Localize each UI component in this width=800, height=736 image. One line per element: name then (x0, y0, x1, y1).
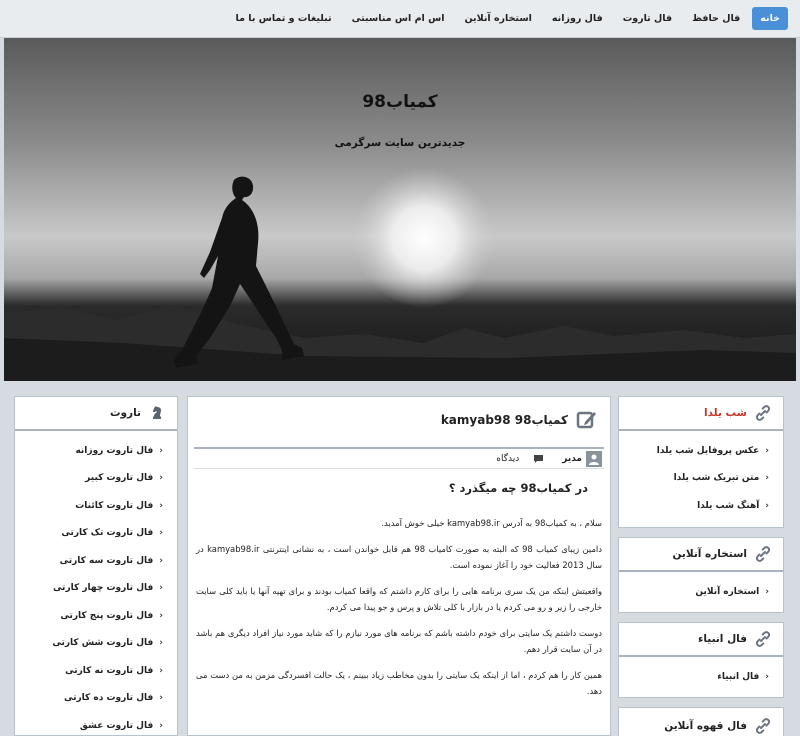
post-paragraph: همین کار را هم کردم ، اما از اینکه یک سا… (196, 670, 602, 696)
chevron-left-icon: ‹ (159, 693, 163, 704)
link-icon (755, 631, 771, 647)
chevron-left-icon: ‹ (159, 500, 163, 511)
nav-item-sms[interactable]: اس ام اس مناسبتی (344, 7, 453, 30)
post-title-row: کمیاب98 kamyab98 (441, 409, 598, 431)
anbia-widget-title: فال انبیاء (697, 633, 747, 645)
nav-item-estekhare[interactable]: استخاره آنلاین (456, 7, 539, 30)
list-item[interactable]: ‹ فال تاروت چهار کارتی (25, 575, 163, 603)
nav-item-hafez[interactable]: فال حافظ (684, 7, 748, 30)
yalda-list: ‹ عکس پروفایل شب یلدا ‹ متن تبریک شب یلدا … (619, 431, 783, 520)
nav-item-contact[interactable]: تبلیغات و تماس با ما (228, 7, 340, 30)
post-paragraph: دوست داشتم یک سایتی برای خودم داشته باشم… (196, 628, 602, 654)
chevron-left-icon: ‹ (765, 586, 769, 597)
chevron-left-icon: ‹ (159, 473, 163, 484)
nav-item-tarot[interactable]: فال تاروت (615, 7, 680, 30)
nav-item-daily[interactable]: فال روزانه (544, 7, 611, 30)
chess-knight-icon (153, 406, 161, 419)
list-item[interactable]: ‹ فال تاروت سه کارتی (25, 547, 163, 575)
nav-item-home[interactable]: خانه (752, 7, 788, 30)
chevron-left-icon: ‹ (159, 528, 163, 539)
estekhare-list: ‹ استخاره آنلاین (619, 572, 783, 606)
post-heading: در کمیاب98 چه میگذرد ؟ (448, 481, 588, 495)
top-navigation: خانه فال حافظ فال تاروت فال روزانه استخا… (0, 0, 800, 38)
list-item[interactable]: ‹ فال انبیاء (629, 663, 769, 691)
list-item[interactable]: ‹ فال تاروت عشق (25, 712, 163, 736)
chevron-left-icon: ‹ (159, 610, 163, 621)
chevron-left-icon: ‹ (765, 671, 769, 682)
list-item[interactable]: ‹ فال تاروت نه کارتی (25, 657, 163, 685)
chevron-left-icon: ‹ (159, 720, 163, 731)
list-item[interactable]: ‹ فال تاروت کائنات (25, 492, 163, 520)
tarot-sidebar-title: تاروت (109, 407, 141, 419)
post-paragraph: سلام ، به کمیاب98 به آدرس kamyab98.ir خی… (381, 518, 602, 528)
anbia-widget-header: فال انبیاء (619, 623, 783, 657)
estekhare-widget-header: استخاره آنلاین (619, 538, 783, 572)
post-paragraph: واقعیتش اینکه من یک سری برنامه هایی را ب… (196, 586, 602, 612)
anbia-list: ‹ فال انبیاء (619, 657, 783, 691)
anbia-widget: فال انبیاء ‹ فال انبیاء (618, 622, 784, 698)
edit-icon (576, 411, 596, 429)
post-comments[interactable]: دیدگاه (496, 454, 519, 464)
hero-banner: کمیاب98 جدیدترین سایت سرگرمی (4, 38, 796, 381)
estekhare-widget-title: استخاره آنلاین (672, 548, 747, 560)
list-item[interactable]: ‹ متن تبریک شب یلدا (629, 465, 769, 493)
chevron-left-icon: ‹ (159, 445, 163, 456)
hero-silhouette-image (4, 168, 796, 381)
post-paragraph: دامین زیبای کمیاب 98 که البته به صورت کا… (196, 544, 602, 570)
yalda-widget: شب یلدا ‹ عکس پروفایل شب یلدا ‹ متن تبریک … (618, 396, 784, 528)
post-body: در کمیاب98 چه میگذرد ؟ سلام ، به کمیاب98… (196, 481, 602, 709)
coffee-widget-title: فال قهوه آنلاین (664, 720, 747, 732)
estekhare-widget: استخاره آنلاین ‹ استخاره آنلاین (618, 537, 784, 613)
post-meta: مدیر دیدگاه (194, 447, 604, 469)
list-item[interactable]: ‹ آهنگ شب یلدا (629, 492, 769, 520)
coffee-widget-header: فال قهوه آنلاین (619, 708, 783, 736)
link-icon (755, 546, 771, 562)
tarot-sidebar-header: تاروت (15, 397, 177, 431)
list-item[interactable]: ‹ استخاره آنلاین (629, 578, 769, 606)
list-item[interactable]: ‹ فال تاروت کبیر (25, 465, 163, 493)
site-title[interactable]: کمیاب98 (4, 92, 796, 112)
coffee-widget: فال قهوه آنلاین (618, 707, 784, 736)
user-icon (586, 450, 602, 467)
chevron-left-icon: ‹ (159, 555, 163, 566)
post-author[interactable]: مدیر (562, 454, 582, 464)
post-title[interactable]: کمیاب98 kamyab98 (441, 413, 568, 427)
main-article: کمیاب98 kamyab98 مدیر دیدگاه در کمیاب98 … (187, 396, 611, 736)
yalda-widget-header: شب یلدا (619, 397, 783, 431)
site-subtitle: جدیدترین سایت سرگرمی (334, 137, 466, 149)
tarot-sidebar: تاروت ‹ فال تاروت روزانه ‹ فال تاروت کبیر … (14, 396, 178, 736)
list-item[interactable]: ‹ فال تاروت روزانه (25, 437, 163, 465)
chevron-left-icon: ‹ (159, 638, 163, 649)
chevron-left-icon: ‹ (765, 500, 769, 511)
tarot-list: ‹ فال تاروت روزانه ‹ فال تاروت کبیر ‹ فال ت… (15, 431, 177, 736)
chevron-left-icon: ‹ (765, 473, 769, 484)
list-item[interactable]: ‹ فال تاروت پنج کارتی (25, 602, 163, 630)
link-icon (755, 718, 771, 734)
chevron-left-icon: ‹ (159, 583, 163, 594)
chevron-left-icon: ‹ (765, 445, 769, 456)
list-item[interactable]: ‹ فال تاروت ده کارتی (25, 685, 163, 713)
link-icon (755, 405, 771, 421)
list-item[interactable]: ‹ عکس پروفایل شب یلدا (629, 437, 769, 465)
yalda-widget-title: شب یلدا (704, 407, 747, 419)
list-item[interactable]: ‹ فال تاروت تک کارتی (25, 520, 163, 548)
list-item[interactable]: ‹ فال تاروت شش کارتی (25, 630, 163, 658)
comment-icon (534, 454, 544, 463)
chevron-left-icon: ‹ (159, 665, 163, 676)
